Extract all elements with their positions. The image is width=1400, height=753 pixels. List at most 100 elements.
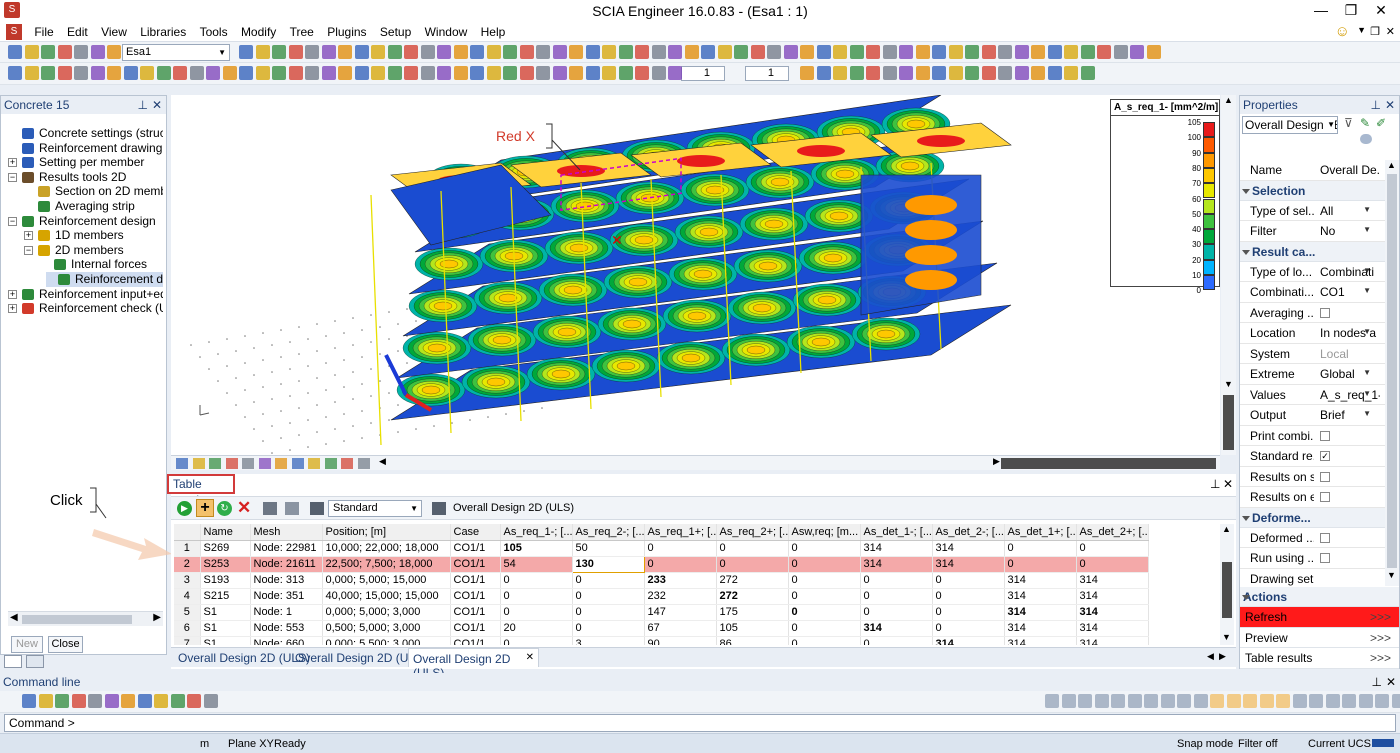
menu-help[interactable]: Help xyxy=(476,22,511,42)
property-value[interactable]: Local xyxy=(1320,347,1380,361)
toolbar-button-icon[interactable] xyxy=(90,66,105,80)
toolbar-button-icon[interactable] xyxy=(899,45,913,59)
toolbar-button-icon[interactable] xyxy=(948,45,963,59)
table-cell[interactable]: CO1/1 xyxy=(450,588,501,605)
toolbar-button-icon[interactable] xyxy=(354,45,369,59)
property-value[interactable]: Global xyxy=(1320,367,1380,381)
toolbar-button-icon[interactable] xyxy=(519,66,534,80)
toolbar-button-icon[interactable] xyxy=(57,66,72,80)
table-cell[interactable]: 0 xyxy=(860,604,933,621)
property-checkbox[interactable] xyxy=(1320,553,1330,563)
expand-icon[interactable]: + xyxy=(8,158,17,168)
table-cell[interactable]: 0 xyxy=(572,588,645,605)
property-row[interactable]: Drawing set... xyxy=(1240,569,1385,587)
spin-input-2[interactable]: 1 xyxy=(745,66,789,81)
toolbar-button-icon[interactable] xyxy=(668,66,682,80)
table-cell[interactable]: 314 xyxy=(1076,636,1149,645)
status-plane[interactable]: Plane XY xyxy=(228,738,274,750)
table-cell[interactable]: 0 xyxy=(788,540,861,557)
property-value[interactable]: CO1 xyxy=(1320,285,1380,299)
toolbar-button-icon[interactable] xyxy=(41,66,55,80)
toolbar-button-icon[interactable] xyxy=(104,694,119,708)
toolbar-button-icon[interactable] xyxy=(206,66,220,80)
table-cell[interactable]: 0,500; 5,000; 3,000 xyxy=(322,620,451,637)
expand-icon[interactable]: + xyxy=(8,289,17,299)
toolbar-button-icon[interactable] xyxy=(88,694,102,708)
pin-icon[interactable]: ⊥ xyxy=(1210,477,1220,491)
table-cell[interactable]: 314 xyxy=(1076,604,1149,621)
toolbar-button-icon[interactable] xyxy=(849,45,864,59)
property-row[interactable]: Run using ... xyxy=(1240,548,1385,569)
table-cell[interactable]: 0 xyxy=(860,588,933,605)
row-number[interactable]: 1 xyxy=(174,540,201,557)
snap-tool-icon[interactable] xyxy=(1210,694,1224,708)
table-cell[interactable]: 54 xyxy=(500,556,573,573)
column-header[interactable]: As_det_2-; [... xyxy=(932,524,1005,541)
toolbar-button-icon[interactable] xyxy=(618,45,633,59)
toolbar-button-icon[interactable] xyxy=(437,66,451,80)
table-row[interactable]: 2 S253 Node: 21611 22,500; 7,500; 18,000 CO1… xyxy=(174,555,1149,573)
view-tool-icon[interactable] xyxy=(258,458,271,469)
table-cell[interactable]: Node: 351 xyxy=(250,588,323,605)
toolbar-button-icon[interactable] xyxy=(239,45,253,59)
snap-tool-icon[interactable] xyxy=(1325,694,1340,708)
table-cell[interactable]: 0 xyxy=(788,588,861,605)
property-section[interactable]: Selection xyxy=(1240,180,1385,201)
toolbar-button-icon[interactable] xyxy=(272,66,286,80)
expand-icon[interactable]: + xyxy=(8,304,17,314)
toolbar-button-icon[interactable] xyxy=(717,45,732,59)
toolbar-button-icon[interactable] xyxy=(816,66,831,80)
toolbar-button-icon[interactable] xyxy=(1047,66,1062,80)
table-cell[interactable]: 0 xyxy=(1076,556,1149,573)
view-tool-icon[interactable] xyxy=(225,458,238,469)
action-refresh-button[interactable]: Refresh >>> xyxy=(1240,607,1399,628)
tree-tab-icon[interactable] xyxy=(4,655,22,668)
view-tool-icon[interactable] xyxy=(291,458,304,469)
column-header[interactable]: As_det_1-; [... xyxy=(860,524,933,541)
toolbar-button-icon[interactable] xyxy=(569,66,583,80)
chevron-down-icon[interactable]: ▼ xyxy=(1363,389,1371,398)
collapse-icon[interactable]: − xyxy=(24,245,33,255)
toolbar-button-icon[interactable] xyxy=(651,45,666,59)
toolbar-button-icon[interactable] xyxy=(41,45,55,59)
tree-item[interactable]: Reinforcement des xyxy=(46,271,163,287)
table-row[interactable]: 6 S1 Node: 553 0,500; 5,000; 3,000 CO1/1 20 0 6… xyxy=(174,620,1149,637)
toolbar-button-icon[interactable] xyxy=(486,45,501,59)
table-cell[interactable]: S1 xyxy=(200,636,251,645)
table-cell[interactable]: Node: 22981 xyxy=(250,540,323,557)
toolbar-button-icon[interactable] xyxy=(965,66,979,80)
table-row[interactable]: 7 S1 Node: 660 0,000; 5,500; 3,000 CO1/1 0 3 90… xyxy=(174,636,1149,645)
table-cell[interactable]: Node: 21611 xyxy=(250,556,323,573)
snap-tool-icon[interactable] xyxy=(1094,694,1109,708)
property-row[interactable]: Type of sel... All ▼ xyxy=(1240,201,1385,221)
toolbar-button-icon[interactable] xyxy=(24,45,39,59)
table-cell[interactable]: CO1/1 xyxy=(450,620,501,637)
viewport-vscrollbar[interactable]: ▲ ▼ xyxy=(1221,95,1236,455)
toolbar-button-icon[interactable] xyxy=(387,66,402,80)
toolbar-button-icon[interactable] xyxy=(767,45,781,59)
toolbar-button-icon[interactable] xyxy=(8,45,22,59)
toolbar-button-icon[interactable] xyxy=(90,45,105,59)
snap-tool-icon[interactable] xyxy=(1243,694,1257,708)
toolbar-button-icon[interactable] xyxy=(387,45,402,59)
tree-item[interactable]: + Setting per member xyxy=(8,155,163,170)
toolbar-button-icon[interactable] xyxy=(552,66,567,80)
table-vscrollbar[interactable]: ▲ ▼ xyxy=(1220,524,1234,645)
toolbar-button-icon[interactable] xyxy=(701,45,715,59)
property-value[interactable]: All xyxy=(1320,204,1380,218)
table-cell[interactable]: 314 xyxy=(1004,636,1077,645)
grid-icon[interactable] xyxy=(263,502,277,515)
toolbar-button-icon[interactable] xyxy=(154,694,168,708)
snap-tool-icon[interactable] xyxy=(1177,694,1191,708)
toolbar-button-icon[interactable] xyxy=(1097,45,1111,59)
toolbar-button-icon[interactable] xyxy=(189,66,204,80)
toolbar-button-icon[interactable] xyxy=(187,694,201,708)
property-section[interactable]: Result ca... xyxy=(1240,241,1385,262)
action-arrow-icon[interactable]: >>> xyxy=(1370,648,1391,668)
menu-view[interactable]: View xyxy=(96,22,132,42)
table-cell[interactable]: 314 xyxy=(860,620,933,637)
table-cell[interactable]: 0 xyxy=(932,588,1005,605)
table-cell[interactable]: 0 xyxy=(788,556,861,573)
table-tab-3-active[interactable]: Overall Design 2D (ULS) ✕ xyxy=(408,648,539,680)
restore-icon[interactable]: ❐ xyxy=(1370,25,1380,38)
